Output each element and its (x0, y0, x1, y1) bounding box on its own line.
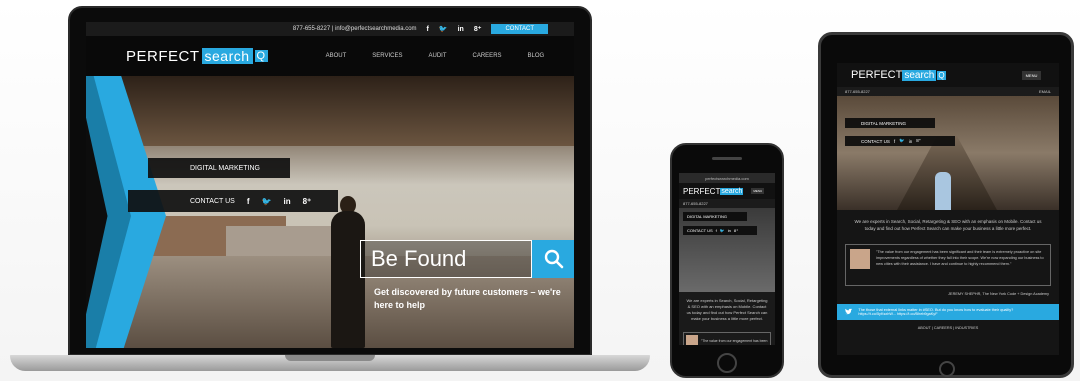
tablet-contact-strip: 877-655-8227 EMAIL (837, 87, 1059, 96)
phone-intro-text: We are experts in Search, Social, Retarg… (686, 298, 768, 321)
tablet-hero: DIGITAL MARKETING CONTACT US f 🐦 in 8⁺ (837, 96, 1059, 210)
laptop-topbar: 877-655-8227 | info@perfectsearchmedia.c… (86, 22, 574, 36)
tablet-testimonial: "The value from our engagement has been … (845, 244, 1051, 286)
linkedin-icon[interactable]: in (458, 26, 464, 33)
quote-author: JEREMY SHEPHR, The New York Code + Desig… (948, 292, 1049, 296)
contact-us-label[interactable]: CONTACT US (687, 228, 713, 233)
nav-about[interactable]: ABOUT (326, 53, 347, 59)
facebook-icon[interactable]: f (247, 197, 250, 206)
logo-word-search[interactable]: search (720, 187, 744, 195)
logo-q-icon[interactable]: Q (937, 70, 946, 80)
contact-us-bar: CONTACT US f 🐦 in 8⁺ (683, 226, 757, 235)
phone-speaker (712, 157, 742, 160)
linkedin-icon[interactable]: in (909, 139, 913, 144)
menu-button[interactable]: MENU (751, 188, 765, 194)
hero-buildings-2 (226, 226, 336, 258)
facebook-icon[interactable]: f (716, 228, 717, 233)
phone: perfectsearchmedia.com PERFECT search ME… (670, 143, 784, 378)
linkedin-icon[interactable]: in (728, 228, 731, 233)
facebook-icon[interactable]: f (427, 26, 429, 33)
laptop-screen: 877-655-8227 | info@perfectsearchmedia.c… (86, 22, 574, 348)
facebook-icon[interactable]: f (894, 139, 895, 144)
nav-services[interactable]: SERVICES (372, 53, 402, 59)
nav-careers[interactable]: CAREERS (473, 53, 502, 59)
contact-us-label[interactable]: CONTACT US (190, 198, 235, 205)
digital-marketing-label: DIGITAL MARKETING (190, 164, 261, 172)
search-button[interactable] (532, 240, 574, 278)
twitter-icon[interactable]: 🐦 (899, 138, 905, 144)
laptop-notch (285, 355, 375, 361)
phone-home-button[interactable] (717, 353, 737, 373)
laptop-hero: DIGITAL MARKETING CONTACT US f 🐦 in 8⁺ B… (86, 76, 574, 348)
google-plus-icon[interactable]: 8⁺ (734, 228, 738, 233)
email-link[interactable]: EMAIL (1039, 89, 1051, 94)
tablet-intro-text: We are experts in Search, Social, Retarg… (854, 219, 1042, 231)
contact-us-bar: CONTACT US f 🐦 in 8⁺ (128, 190, 338, 212)
tablet: PERFECT search Q MENU 877-655-8227 EMAIL… (818, 32, 1074, 378)
nav-links: ABOUT SERVICES AUDIT CAREERS BLOG (326, 53, 545, 59)
phone-url-bar[interactable]: perfectsearchmedia.com (679, 173, 775, 183)
menu-button[interactable]: MENU (1021, 70, 1042, 80)
hero-beam (86, 76, 574, 146)
twitter-feed-bar: The those that external links matter in … (837, 304, 1059, 320)
device-mockup-stage: 877-655-8227 | info@perfectsearchmedia.c… (0, 0, 1080, 381)
logo[interactable]: PERFECT search Q (126, 48, 268, 65)
twitter-icon[interactable] (845, 308, 853, 316)
nav-audit[interactable]: AUDIT (429, 53, 447, 59)
logo-word-search[interactable]: search (902, 69, 937, 81)
phone-testimonial: "The value from our engagement has been (683, 332, 771, 345)
logo-word-perfect[interactable]: PERFECT (683, 187, 720, 196)
digital-marketing-bar[interactable]: DIGITAL MARKETING (683, 212, 747, 221)
logo-word-search: search (201, 48, 253, 64)
twitter-icon[interactable]: 🐦 (262, 197, 272, 206)
search-text: Be Found (371, 246, 467, 271)
contact-us-bar: CONTACT US f 🐦 in 8⁺ (845, 136, 955, 146)
tablet-home-button[interactable] (939, 361, 955, 377)
phone-screen: perfectsearchmedia.com PERFECT search ME… (679, 173, 775, 345)
tablet-navbar: PERFECT search Q MENU (837, 63, 1059, 87)
phone-navbar: PERFECT search MENU (679, 183, 775, 199)
quote-text: "The value from our engagement has been (701, 339, 768, 343)
digital-marketing-bar[interactable]: DIGITAL MARKETING (148, 158, 290, 178)
person-figure (935, 172, 951, 210)
man-figure (331, 211, 365, 348)
laptop: 877-655-8227 | info@perfectsearchmedia.c… (68, 6, 592, 356)
search-icon (544, 249, 564, 269)
google-plus-icon[interactable]: 8⁺ (916, 138, 921, 144)
twitter-icon[interactable]: 🐦 (720, 228, 725, 233)
phone-number[interactable]: 877-655-8227 (679, 199, 775, 208)
quote-text: "The value from our engagement has been … (876, 250, 1044, 266)
avatar (686, 335, 698, 345)
hero-tagline: Get discovered by future customers – we'… (374, 287, 561, 310)
tweet-text[interactable]: The those that external links matter in … (858, 308, 1051, 316)
google-plus-icon[interactable]: 8⁺ (303, 197, 312, 206)
contact-button[interactable]: CONTACT (491, 24, 548, 34)
logo-q-icon: Q (254, 50, 268, 62)
tablet-screen: PERFECT search Q MENU 877-655-8227 EMAIL… (837, 63, 1059, 355)
logo-word-perfect[interactable]: PERFECT (851, 69, 902, 81)
twitter-icon[interactable]: 🐦 (439, 25, 448, 33)
google-plus-icon[interactable]: 8⁺ (474, 25, 482, 33)
phone-number[interactable]: 877-655-8227 (845, 89, 870, 94)
digital-marketing-bar[interactable]: DIGITAL MARKETING (845, 118, 935, 128)
search-input[interactable]: Be Found (360, 240, 532, 278)
avatar (850, 249, 870, 269)
laptop-navbar: PERFECT search Q ABOUT SERVICES AUDIT CA… (86, 36, 574, 76)
contact-us-label[interactable]: CONTACT US (861, 139, 890, 144)
linkedin-icon[interactable]: in (284, 197, 291, 206)
nav-blog[interactable]: BLOG (528, 53, 545, 59)
phone-hero: DIGITAL MARKETING CONTACT US f 🐦 in 8⁺ (679, 208, 775, 292)
tablet-footer-links[interactable]: ABOUT | CAREERS | INDUSTRIES (837, 320, 1059, 330)
logo-word-perfect: PERFECT (126, 47, 200, 65)
phone-email-text[interactable]: 877-655-8227 | info@perfectsearchmedia.c… (293, 26, 417, 32)
